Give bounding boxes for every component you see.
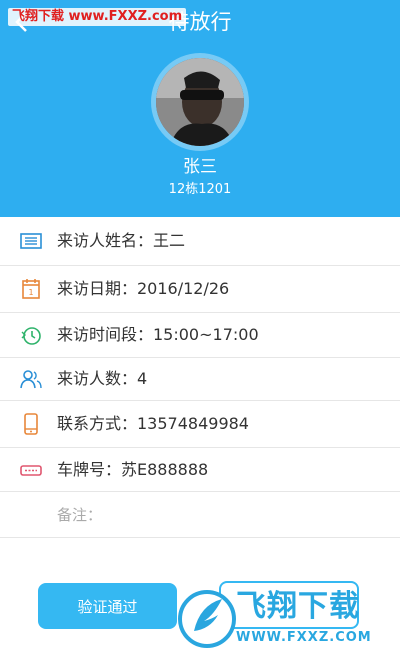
avatar-photo-icon — [156, 58, 244, 146]
svg-text:1: 1 — [28, 288, 33, 297]
watermark-brand: 飞翔下载 — [236, 589, 360, 624]
phone-icon — [19, 412, 43, 436]
clock-icon — [19, 323, 43, 347]
visitor-name-row: 来访人姓名：王二 — [0, 217, 400, 266]
resident-name: 张三 — [183, 157, 217, 177]
visitor-count-row: 来访人数：4 — [0, 358, 400, 401]
license-plate-icon — [19, 458, 43, 482]
notes-row: 备注： — [0, 492, 400, 538]
visitor-count-text: 来访人数：4 — [57, 369, 148, 388]
watermark-logo: 飞翔下载 WWW.FXXZ.COM — [178, 585, 400, 667]
time-slot-row: 来访时间段：15:00~17:00 — [0, 313, 400, 358]
visit-date-row: 1 来访日期：2016/12/26 — [0, 266, 400, 313]
watermark-url: WWW.FXXZ.COM — [236, 630, 372, 645]
time-slot-text: 来访时间段：15:00~17:00 — [57, 325, 259, 344]
verify-pass-button[interactable]: 验证通过 — [38, 583, 177, 629]
plate-row: 车牌号：苏E888888 — [0, 448, 400, 492]
calendar-icon: 1 — [19, 277, 43, 301]
watermark-text: 飞翔下载 www.FXXZ.com — [8, 8, 187, 26]
contact-row: 联系方式：13574849984 — [0, 401, 400, 448]
avatar[interactable] — [156, 58, 244, 146]
notes-label: 备注： — [57, 505, 103, 524]
feather-logo-icon — [178, 590, 236, 648]
profile-header: 待放行 飞翔下载 www.FXXZ.com 张三 12栋1201 — [0, 0, 400, 217]
people-icon — [19, 367, 43, 391]
visitor-info-list: 来访人姓名：王二 1 来访日期：2016/12/26 来访时间段：15:00~1… — [0, 217, 400, 538]
visit-date-text: 来访日期：2016/12/26 — [57, 279, 230, 298]
plate-text: 车牌号：苏E888888 — [57, 459, 209, 479]
resident-unit: 12栋1201 — [168, 182, 232, 197]
visitor-name-text: 来访人姓名：王二 — [57, 231, 186, 250]
contact-text[interactable]: 联系方式：13574849984 — [57, 413, 249, 435]
avatar-ring — [151, 53, 249, 151]
id-card-icon — [19, 229, 43, 253]
